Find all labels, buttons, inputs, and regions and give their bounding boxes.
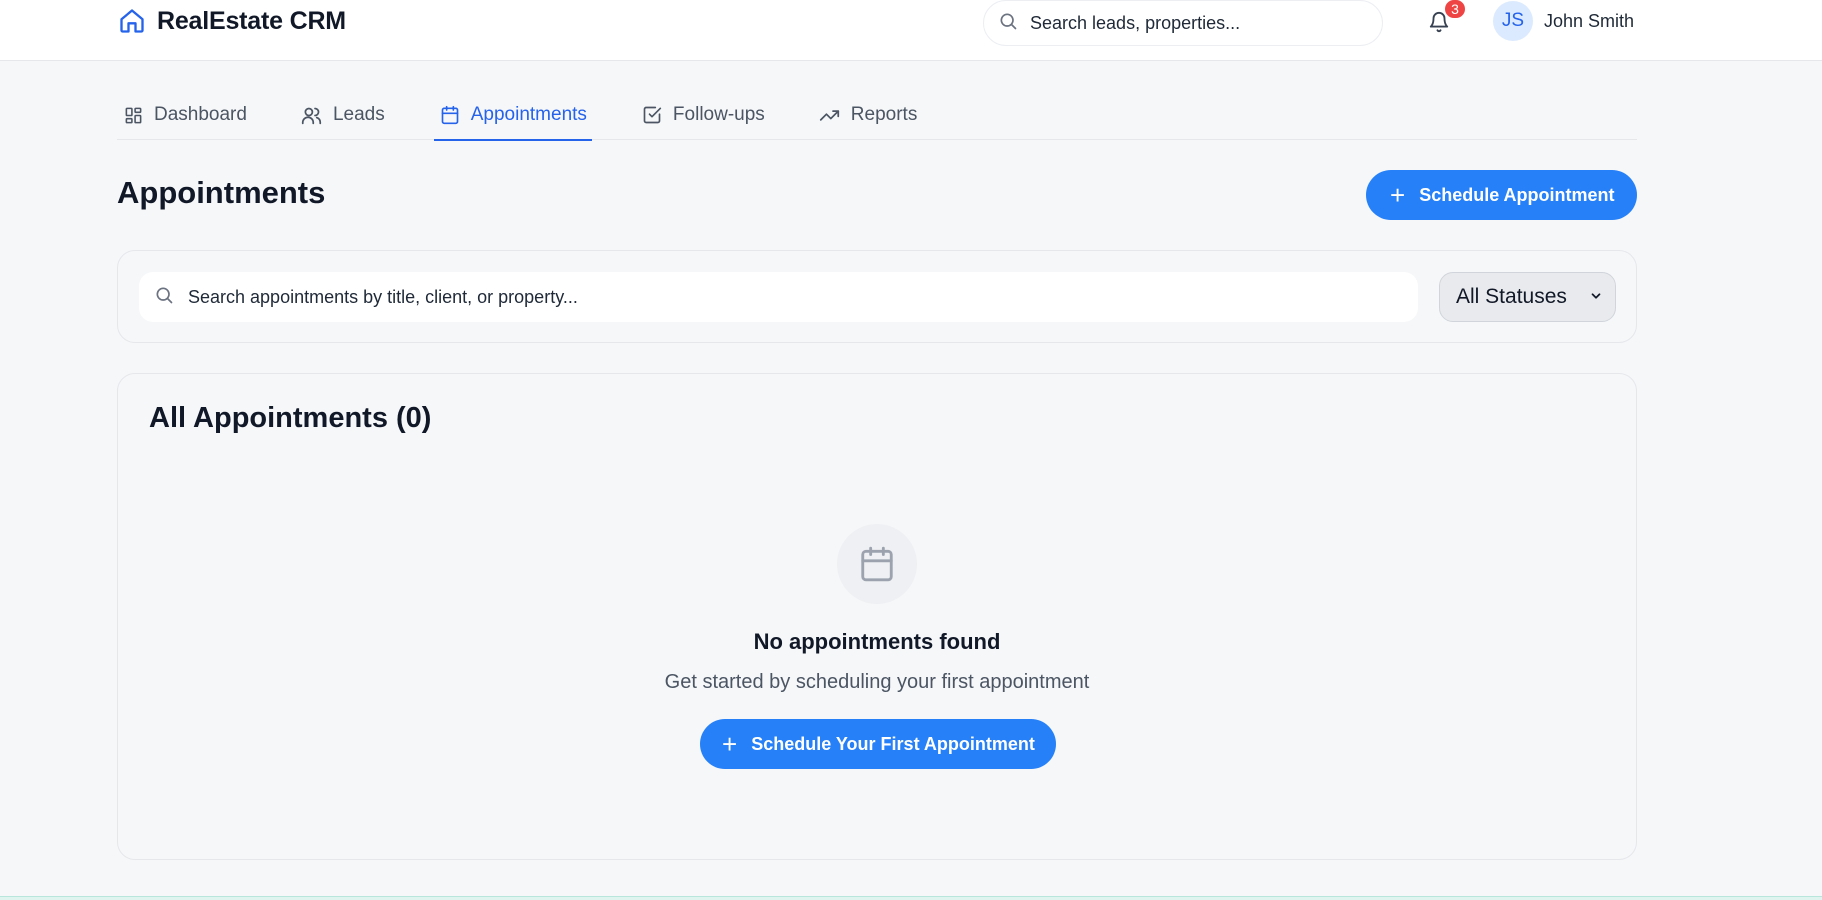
users-icon [301,104,323,126]
button-label: Schedule Your First Appointment [751,733,1035,754]
search-icon [998,11,1018,36]
user-menu[interactable]: JS John Smith [1493,1,1634,41]
status-filter-select[interactable]: All Statuses [1439,272,1616,322]
brand[interactable]: RealEstate CRM [117,6,346,36]
bottom-strip [0,896,1822,900]
tab-label: Dashboard [154,104,247,125]
top-bar: RealEstate CRM 3 JS John Smith [0,0,1822,61]
filter-card: All Statuses [117,250,1637,343]
schedule-appointment-button[interactable]: + Schedule Appointment [1366,170,1637,220]
nav-tabs: Dashboard Leads Appointments Follow-ups … [117,90,1637,141]
appointment-search[interactable] [139,272,1418,322]
appointments-list-card: All Appointments (0) No appointments fou… [117,373,1637,860]
dashboard-icon [122,104,144,126]
tab-dashboard[interactable]: Dashboard [117,90,252,140]
appointment-search-input[interactable] [188,286,1388,308]
tab-follow-ups[interactable]: Follow-ups [636,90,770,140]
home-icon [117,6,147,36]
schedule-first-appointment-button[interactable]: + Schedule Your First Appointment [700,719,1056,769]
button-label: Schedule Appointment [1419,184,1615,205]
user-name: John Smith [1544,10,1635,31]
empty-state-title: No appointments found [753,629,1001,654]
status-selected-value: All Statuses [1456,285,1567,308]
calendar-icon [837,524,917,604]
trending-up-icon [819,104,841,126]
plus-icon: + [1390,180,1406,210]
tab-label: Appointments [470,104,587,125]
brand-name: RealEstate CRM [157,6,346,35]
tab-label: Reports [850,104,918,125]
avatar: JS [1493,1,1533,41]
tab-label: Leads [332,104,385,125]
global-search[interactable] [983,0,1383,46]
search-icon [154,285,174,310]
plus-icon: + [722,729,738,759]
tab-reports[interactable]: Reports [814,90,923,140]
list-title: All Appointments (0) [149,402,432,434]
chevron-down-icon [1589,285,1603,309]
tab-leads[interactable]: Leads [296,90,390,140]
empty-state-subtitle: Get started by scheduling your first app… [664,671,1090,693]
check-square-icon [641,104,663,126]
page-title: Appointments [117,175,326,210]
calendar-icon [439,104,461,126]
tab-appointments[interactable]: Appointments [433,90,593,141]
notification-badge: 3 [1443,0,1467,20]
tab-label: Follow-ups [672,104,765,125]
global-search-input[interactable] [1030,12,1350,34]
